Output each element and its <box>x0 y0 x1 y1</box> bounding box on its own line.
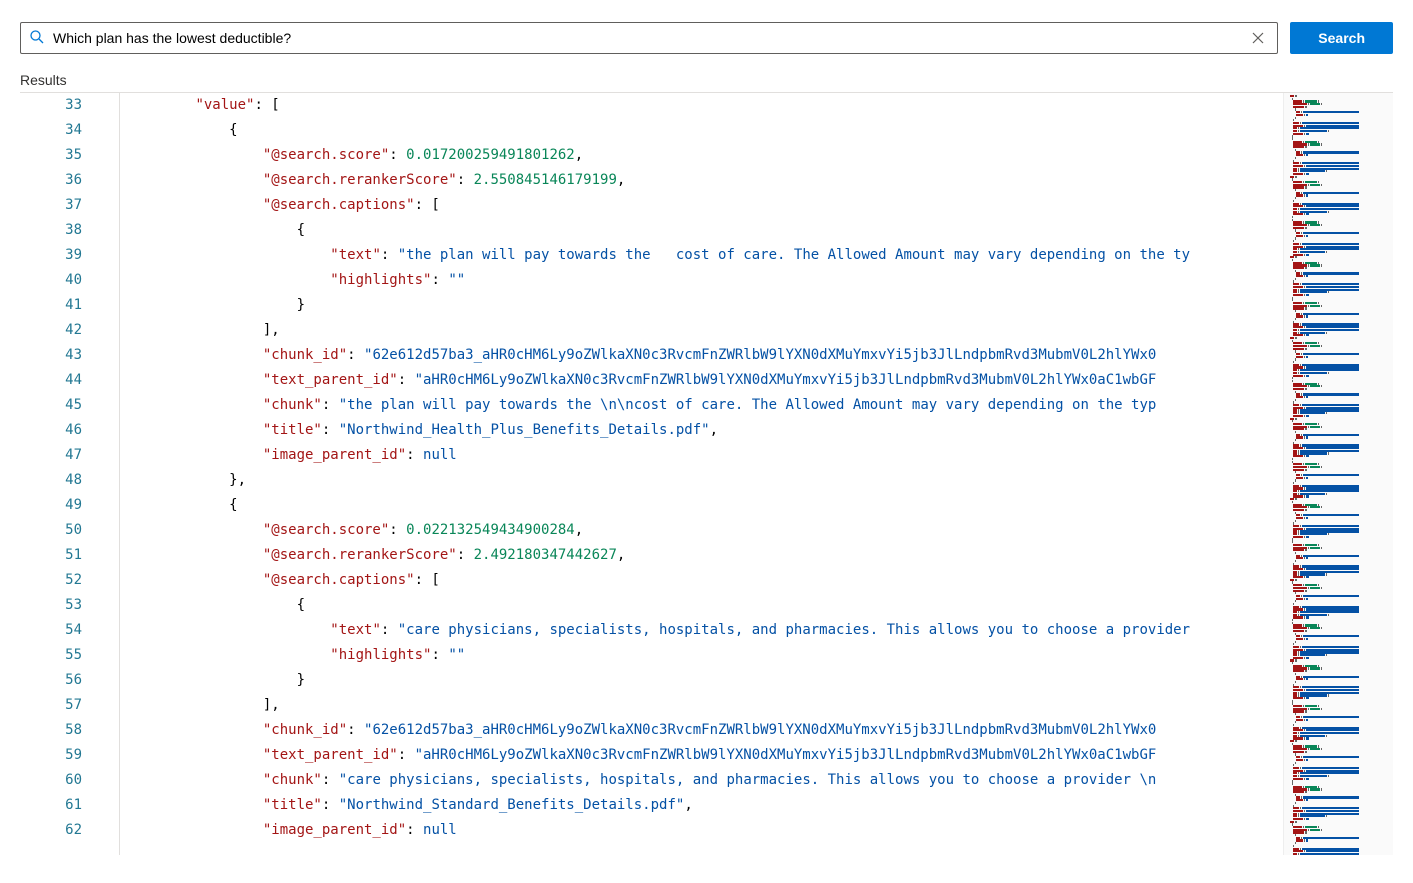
code-line: "value": [ <box>128 93 1273 118</box>
line-number: 60 <box>20 768 82 793</box>
line-number: 55 <box>20 643 82 668</box>
line-number: 43 <box>20 343 82 368</box>
code-line: "chunk_id": "62e612d57ba3_aHR0cHM6Ly9oZW… <box>128 718 1273 743</box>
line-number: 38 <box>20 218 82 243</box>
minimap[interactable] <box>1283 93 1393 855</box>
line-number: 62 <box>20 818 82 843</box>
line-number: 51 <box>20 543 82 568</box>
code-line: { <box>128 118 1273 143</box>
code-line: ], <box>128 693 1273 718</box>
code-line: "@search.rerankerScore": 2.5508451461791… <box>128 168 1273 193</box>
line-number: 61 <box>20 793 82 818</box>
code-line: "highlights": "" <box>128 643 1273 668</box>
code-line: "chunk": "care physicians, specialists, … <box>128 768 1273 793</box>
code-line: { <box>128 593 1273 618</box>
search-box[interactable] <box>20 22 1278 54</box>
line-number: 36 <box>20 168 82 193</box>
results-heading: Results <box>0 64 1413 92</box>
line-number: 39 <box>20 243 82 268</box>
code-line: "@search.captions": [ <box>128 568 1273 593</box>
code-line: "text_parent_id": "aHR0cHM6Ly9oZWlkaXN0c… <box>128 368 1273 393</box>
results-editor: 3334353637383940414243444546474849505152… <box>20 92 1393 855</box>
line-number: 56 <box>20 668 82 693</box>
code-line: "title": "Northwind_Standard_Benefits_De… <box>128 793 1273 818</box>
code-line: "@search.captions": [ <box>128 193 1273 218</box>
search-input[interactable] <box>45 30 1247 46</box>
code-line: "text": "the plan will pay towards the c… <box>128 243 1273 268</box>
fold-column <box>100 93 120 855</box>
code-line: "text": "care physicians, specialists, h… <box>128 618 1273 643</box>
clear-icon[interactable] <box>1247 27 1269 49</box>
line-number: 34 <box>20 118 82 143</box>
search-icon <box>29 29 45 48</box>
code-line: "chunk_id": "62e612d57ba3_aHR0cHM6Ly9oZW… <box>128 343 1273 368</box>
line-number: 49 <box>20 493 82 518</box>
line-number: 40 <box>20 268 82 293</box>
line-number: 58 <box>20 718 82 743</box>
search-button[interactable]: Search <box>1290 22 1393 54</box>
line-number: 47 <box>20 443 82 468</box>
code-line: } <box>128 668 1273 693</box>
line-number: 37 <box>20 193 82 218</box>
line-number: 35 <box>20 143 82 168</box>
code-line: "highlights": "" <box>128 268 1273 293</box>
line-number: 44 <box>20 368 82 393</box>
line-number: 53 <box>20 593 82 618</box>
line-number: 42 <box>20 318 82 343</box>
line-number: 57 <box>20 693 82 718</box>
line-number: 45 <box>20 393 82 418</box>
line-number: 50 <box>20 518 82 543</box>
code-line: }, <box>128 468 1273 493</box>
code-line: "@search.rerankerScore": 2.4921803474426… <box>128 543 1273 568</box>
line-number: 33 <box>20 93 82 118</box>
line-number: 52 <box>20 568 82 593</box>
code-line: { <box>128 218 1273 243</box>
line-number: 59 <box>20 743 82 768</box>
code-line: "@search.score": 0.017200259491801262, <box>128 143 1273 168</box>
code-line: ], <box>128 318 1273 343</box>
code-line: "@search.score": 0.022132549434900284, <box>128 518 1273 543</box>
code-line: } <box>128 293 1273 318</box>
code-line: { <box>128 493 1273 518</box>
code-line: "chunk": "the plan will pay towards the … <box>128 393 1273 418</box>
code-line: "title": "Northwind_Health_Plus_Benefits… <box>128 418 1273 443</box>
line-number: 41 <box>20 293 82 318</box>
line-number: 46 <box>20 418 82 443</box>
search-bar: Search <box>0 0 1413 64</box>
line-gutter: 3334353637383940414243444546474849505152… <box>20 93 100 855</box>
line-number: 54 <box>20 618 82 643</box>
code-content[interactable]: "value": [ { "@search.score": 0.01720025… <box>120 93 1273 855</box>
code-line: "image_parent_id": null <box>128 443 1273 468</box>
code-line: "text_parent_id": "aHR0cHM6Ly9oZWlkaXN0c… <box>128 743 1273 768</box>
line-number: 48 <box>20 468 82 493</box>
code-line: "image_parent_id": null <box>128 818 1273 843</box>
